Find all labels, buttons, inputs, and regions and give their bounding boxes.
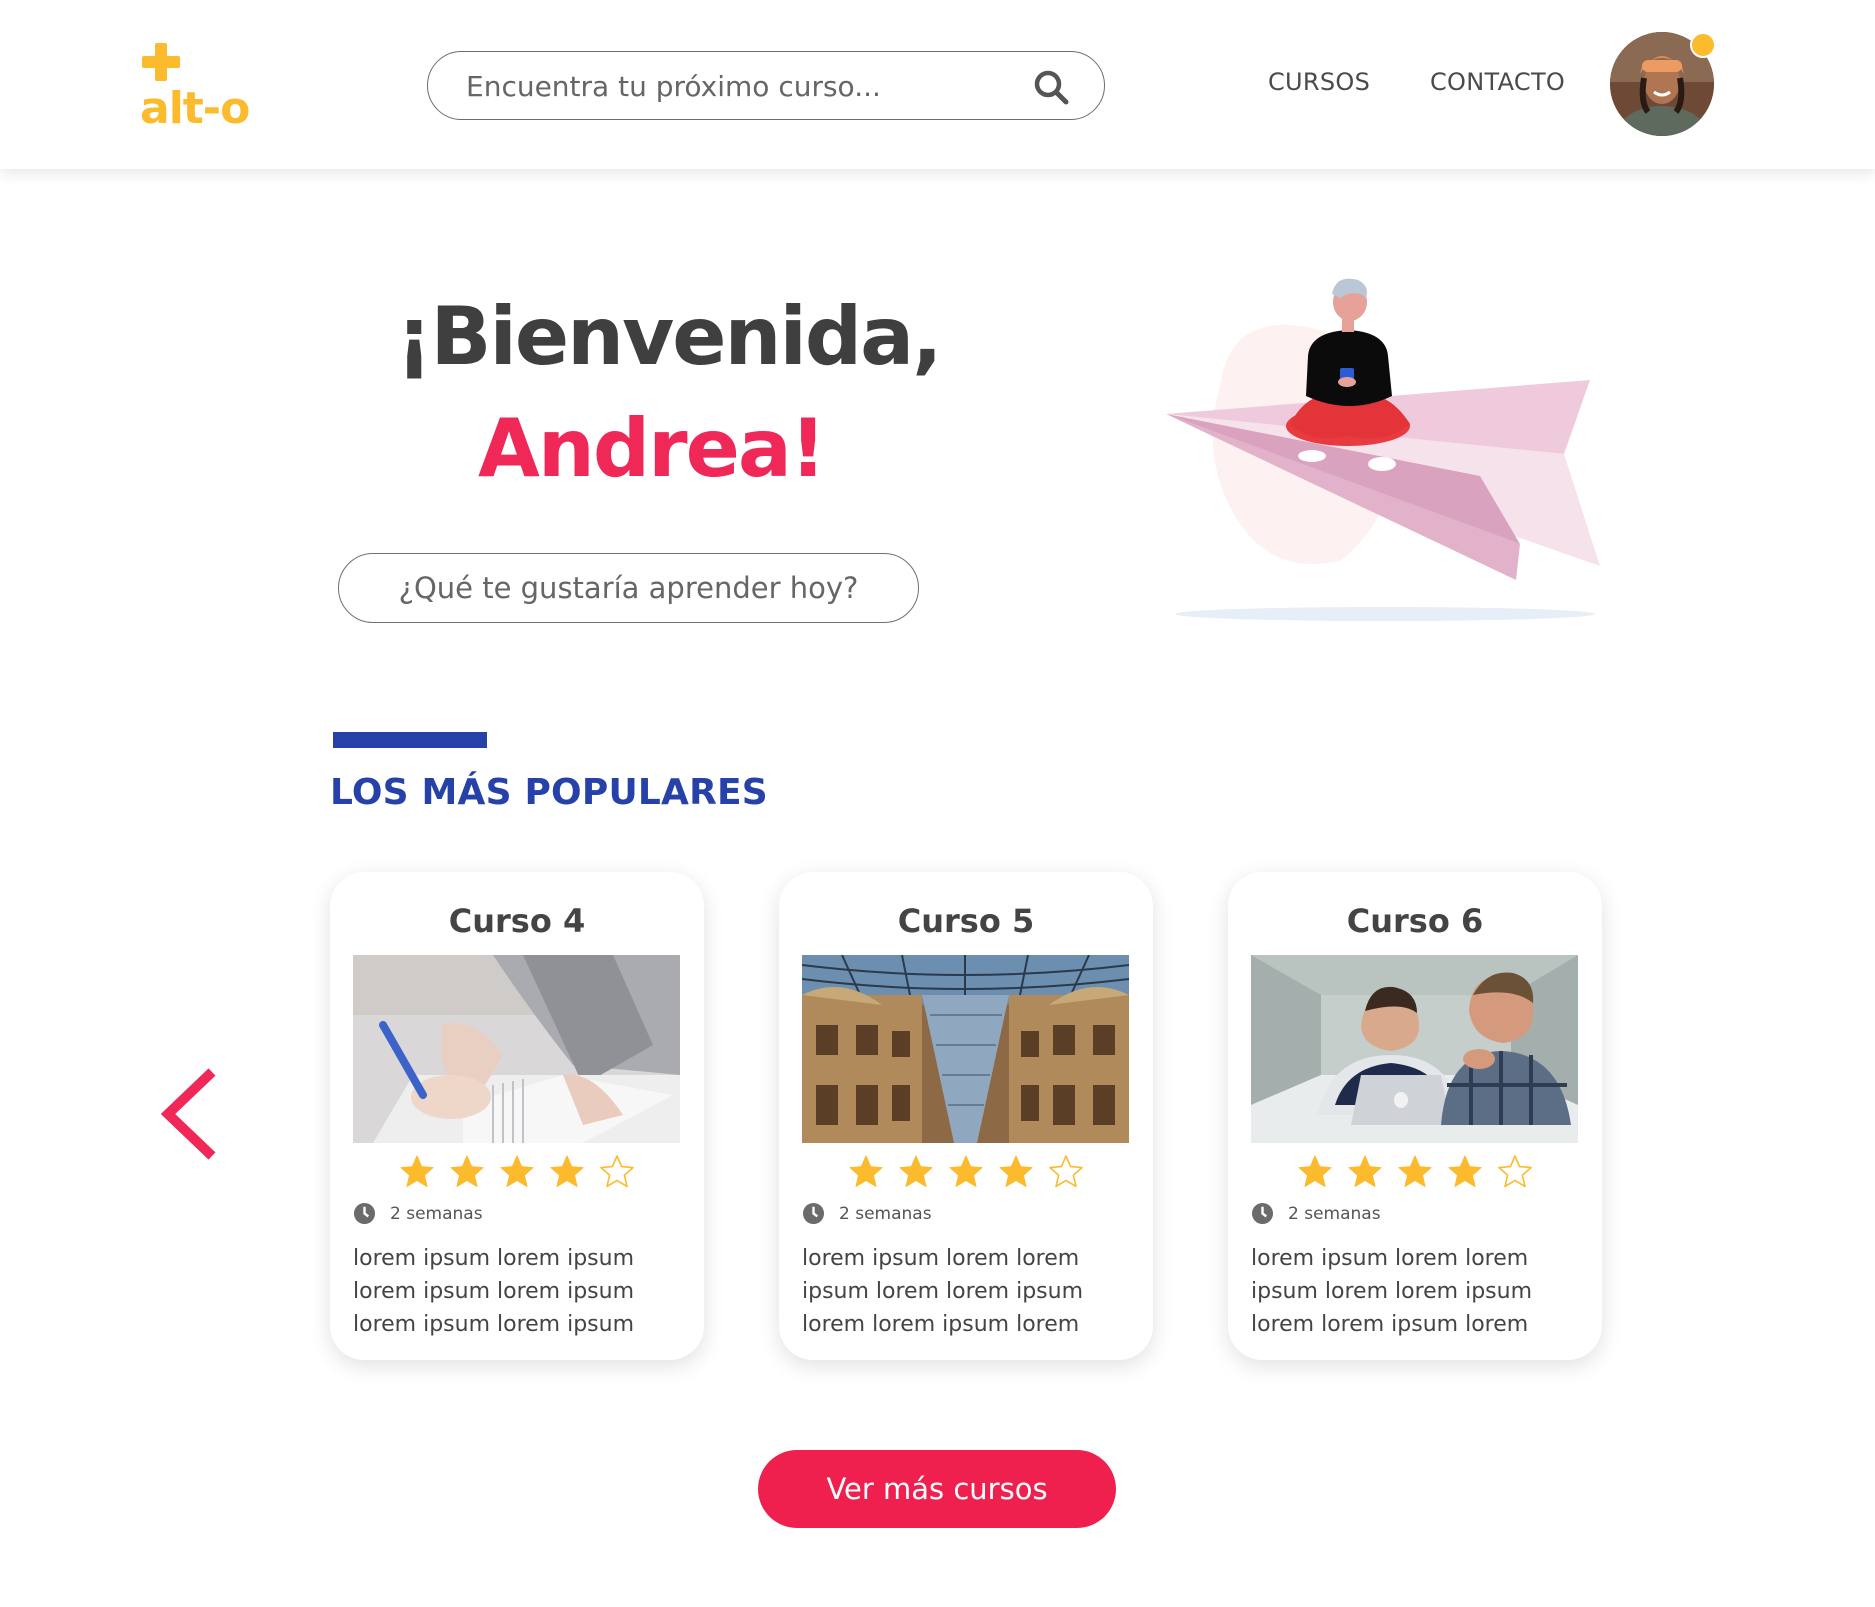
- user-name: Andrea!: [478, 402, 826, 495]
- course-title: Curso 5: [897, 902, 1035, 940]
- course-description: lorem ipsum lorem ipsum lorem ipsum lore…: [353, 1242, 683, 1341]
- rating-stars: [779, 1154, 1153, 1190]
- star-filled-icon: [400, 1155, 434, 1187]
- clock-icon: [353, 1202, 376, 1225]
- star-filled-icon: [899, 1155, 933, 1187]
- nav-contacto-link[interactable]: CONTACTO: [1430, 68, 1565, 96]
- nav-cursos-link[interactable]: CURSOS: [1268, 68, 1370, 96]
- search-icon[interactable]: [1032, 68, 1072, 108]
- course-title: Curso 6: [1346, 902, 1484, 940]
- greeting-text: ¡Bienvenida,: [396, 290, 943, 383]
- clock-icon: [802, 1202, 825, 1225]
- top-header: alt-o CURSOS CONTACTO: [0, 0, 1875, 169]
- carousel-prev-chevron-icon[interactable]: [156, 1066, 226, 1162]
- section-accent-bar: [333, 732, 487, 748]
- course-title: Curso 4: [448, 902, 586, 940]
- star-empty-icon: [600, 1155, 634, 1188]
- star-filled-icon: [550, 1155, 584, 1187]
- course-image: [353, 955, 680, 1143]
- star-filled-icon: [450, 1155, 484, 1187]
- course-card[interactable]: Curso 5 2 semanas lorem ipsum lorem lore…: [779, 872, 1153, 1360]
- notification-dot: [1690, 32, 1716, 58]
- see-more-courses-button[interactable]: Ver más cursos: [758, 1450, 1116, 1528]
- star-filled-icon: [500, 1155, 534, 1187]
- star-filled-icon: [1348, 1155, 1382, 1187]
- course-image: [802, 955, 1129, 1143]
- course-duration: 2 semanas: [802, 1202, 932, 1225]
- description-line: lorem ipsum lorem lorem: [1251, 1246, 1529, 1271]
- course-image: [1251, 955, 1578, 1143]
- description-line: lorem ipsum lorem ipsum: [353, 1312, 635, 1337]
- duration-text: 2 semanas: [390, 1203, 483, 1224]
- paper-plane-illustration: [1166, 278, 1600, 621]
- star-filled-icon: [949, 1155, 983, 1187]
- star-filled-icon: [1298, 1155, 1332, 1187]
- duration-text: 2 semanas: [839, 1203, 932, 1224]
- alto-logo[interactable]: alt-o: [140, 43, 250, 134]
- course-description: lorem ipsum lorem lorem ipsum lorem lore…: [802, 1242, 1132, 1341]
- description-line: lorem ipsum lorem lorem: [802, 1246, 1080, 1271]
- description-line: lorem ipsum lorem ipsum: [353, 1279, 635, 1304]
- search-input[interactable]: [466, 66, 1006, 106]
- description-line: ipsum lorem lorem ipsum: [802, 1279, 1084, 1304]
- description-line: lorem lorem ipsum lorem: [1251, 1312, 1529, 1337]
- logo-text: alt-o: [140, 83, 250, 134]
- star-filled-icon: [1398, 1155, 1432, 1187]
- star-filled-icon: [1448, 1155, 1482, 1187]
- course-card[interactable]: Curso 6 2 semanas lorem ipsum lorem lore…: [1228, 872, 1602, 1360]
- course-duration: 2 semanas: [1251, 1202, 1381, 1225]
- clock-icon: [1251, 1202, 1274, 1225]
- rating-stars: [330, 1154, 704, 1190]
- course-card[interactable]: Curso 4 2 semanas lorem ipsum lorem ipsu…: [330, 872, 704, 1360]
- logo-plus-icon: [142, 43, 180, 81]
- rating-stars: [1228, 1154, 1602, 1190]
- description-line: lorem lorem ipsum lorem: [802, 1312, 1080, 1337]
- learn-search-input[interactable]: [339, 554, 918, 622]
- search-bar: [427, 51, 1105, 120]
- star-filled-icon: [999, 1155, 1033, 1187]
- course-description: lorem ipsum lorem lorem ipsum lorem lore…: [1251, 1242, 1581, 1341]
- section-title: LOS MÁS POPULARES: [330, 772, 768, 813]
- learn-search-field: [338, 553, 919, 623]
- description-line: lorem ipsum lorem ipsum: [353, 1246, 635, 1271]
- duration-text: 2 semanas: [1288, 1203, 1381, 1224]
- course-duration: 2 semanas: [353, 1202, 483, 1225]
- star-filled-icon: [849, 1155, 883, 1187]
- star-empty-icon: [1498, 1155, 1532, 1188]
- description-line: ipsum lorem lorem ipsum: [1251, 1279, 1533, 1304]
- star-empty-icon: [1049, 1155, 1083, 1188]
